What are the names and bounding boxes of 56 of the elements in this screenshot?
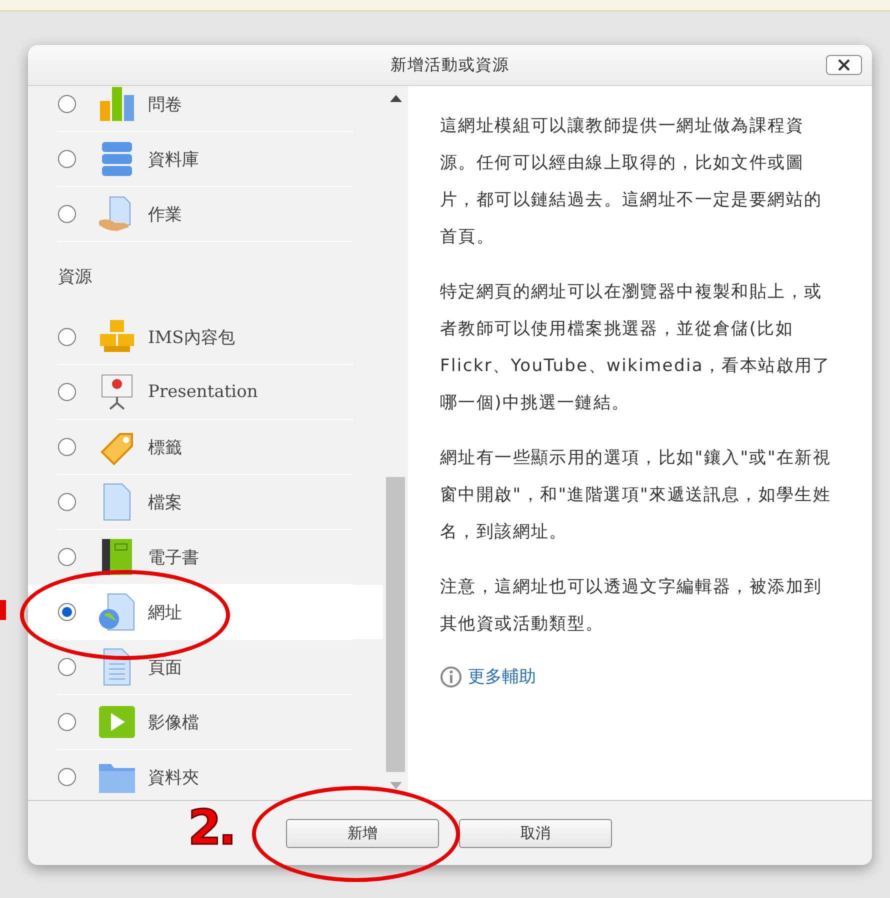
module-option[interactable]: IMS內容包 bbox=[28, 310, 383, 364]
module-option[interactable]: 頁面 bbox=[28, 640, 383, 694]
add-button[interactable]: 新增 bbox=[286, 818, 439, 848]
globe-document-icon bbox=[98, 593, 136, 631]
description-paragraph: 網址有一些顯示用的選項，比如"鑲入"或"在新視窗中開啟"，和"進階選項"來遞送訊息，如學生姓名，到該網址。 bbox=[440, 447, 832, 544]
annotation-label: 2. bbox=[188, 800, 234, 856]
module-option[interactable]: 資料夾 bbox=[28, 750, 383, 800]
module-option[interactable]: 作業 bbox=[28, 187, 383, 241]
module-option[interactable]: 電子書 bbox=[28, 530, 383, 584]
section-heading: 資源 bbox=[58, 266, 92, 288]
help-link[interactable]: 更多輔助 bbox=[468, 665, 536, 688]
module-option[interactable]: Presentation bbox=[28, 365, 383, 419]
module-option[interactable]: 標籤 bbox=[28, 420, 383, 474]
description-paragraph: 注意，這網址也可以透過文字編輯器，被添加到其他資或活動類型。 bbox=[440, 576, 824, 636]
radio-button[interactable] bbox=[58, 713, 76, 731]
description-paragraph: 特定網頁的網址可以在瀏覽器中複製和貼上，或者教師可以使用檔案挑選器，並從倉儲(比如Flickr、YouTube、wikimedia，看本站啟用了哪一個)中挑選一鏈結。 bbox=[440, 281, 832, 415]
radio-button[interactable] bbox=[58, 493, 76, 511]
radio-button[interactable] bbox=[58, 150, 76, 168]
scrollbar-thumb[interactable] bbox=[386, 477, 405, 772]
option-label: 頁面 bbox=[148, 656, 182, 678]
bar-chart-icon bbox=[98, 86, 136, 123]
description-paragraph: 這網址模組可以讓教師提供一網址做為課程資源。任何可以經由線上取得的，比如文件或圖片，都可以鏈結過去。這網址不一定是要網站的首頁。 bbox=[440, 115, 824, 249]
option-label: 問卷 bbox=[148, 94, 182, 116]
radio-button[interactable] bbox=[58, 548, 76, 566]
module-option[interactable]: 問卷 bbox=[28, 86, 383, 131]
option-label: 網址 bbox=[148, 602, 182, 624]
radio-button[interactable] bbox=[58, 205, 76, 223]
scroll-down-icon[interactable] bbox=[390, 782, 402, 790]
module-option[interactable]: 影像檔 bbox=[28, 695, 383, 749]
radio-button[interactable] bbox=[58, 603, 76, 621]
module-option[interactable]: 資料庫 bbox=[28, 132, 383, 186]
annotation-mark bbox=[0, 600, 6, 620]
option-label: 檔案 bbox=[148, 492, 182, 514]
info-icon bbox=[440, 666, 462, 688]
close-button[interactable] bbox=[826, 55, 862, 75]
option-label: 影像檔 bbox=[148, 712, 199, 734]
option-label: Presentation bbox=[148, 382, 258, 402]
radio-button[interactable] bbox=[58, 438, 76, 456]
radio-button[interactable] bbox=[58, 95, 76, 113]
option-label: 資料夾 bbox=[148, 766, 199, 788]
radio-button[interactable] bbox=[58, 328, 76, 346]
option-label: 電子書 bbox=[148, 546, 199, 568]
radio-button[interactable] bbox=[58, 383, 76, 401]
option-label: 標籤 bbox=[148, 436, 182, 458]
play-icon bbox=[98, 703, 136, 741]
radio-button[interactable] bbox=[58, 768, 76, 786]
dialog-title: 新增活動或資源 bbox=[390, 54, 510, 76]
cancel-button[interactable]: 取消 bbox=[459, 818, 612, 848]
option-label: 作業 bbox=[148, 204, 182, 226]
module-option[interactable]: 網址 bbox=[28, 585, 383, 639]
close-icon bbox=[838, 59, 850, 71]
module-option[interactable]: 檔案 bbox=[28, 475, 383, 529]
option-label: IMS內容包 bbox=[148, 326, 235, 348]
option-label: 資料庫 bbox=[148, 148, 199, 170]
radio-button[interactable] bbox=[58, 658, 76, 676]
scroll-up-icon[interactable] bbox=[390, 94, 402, 102]
